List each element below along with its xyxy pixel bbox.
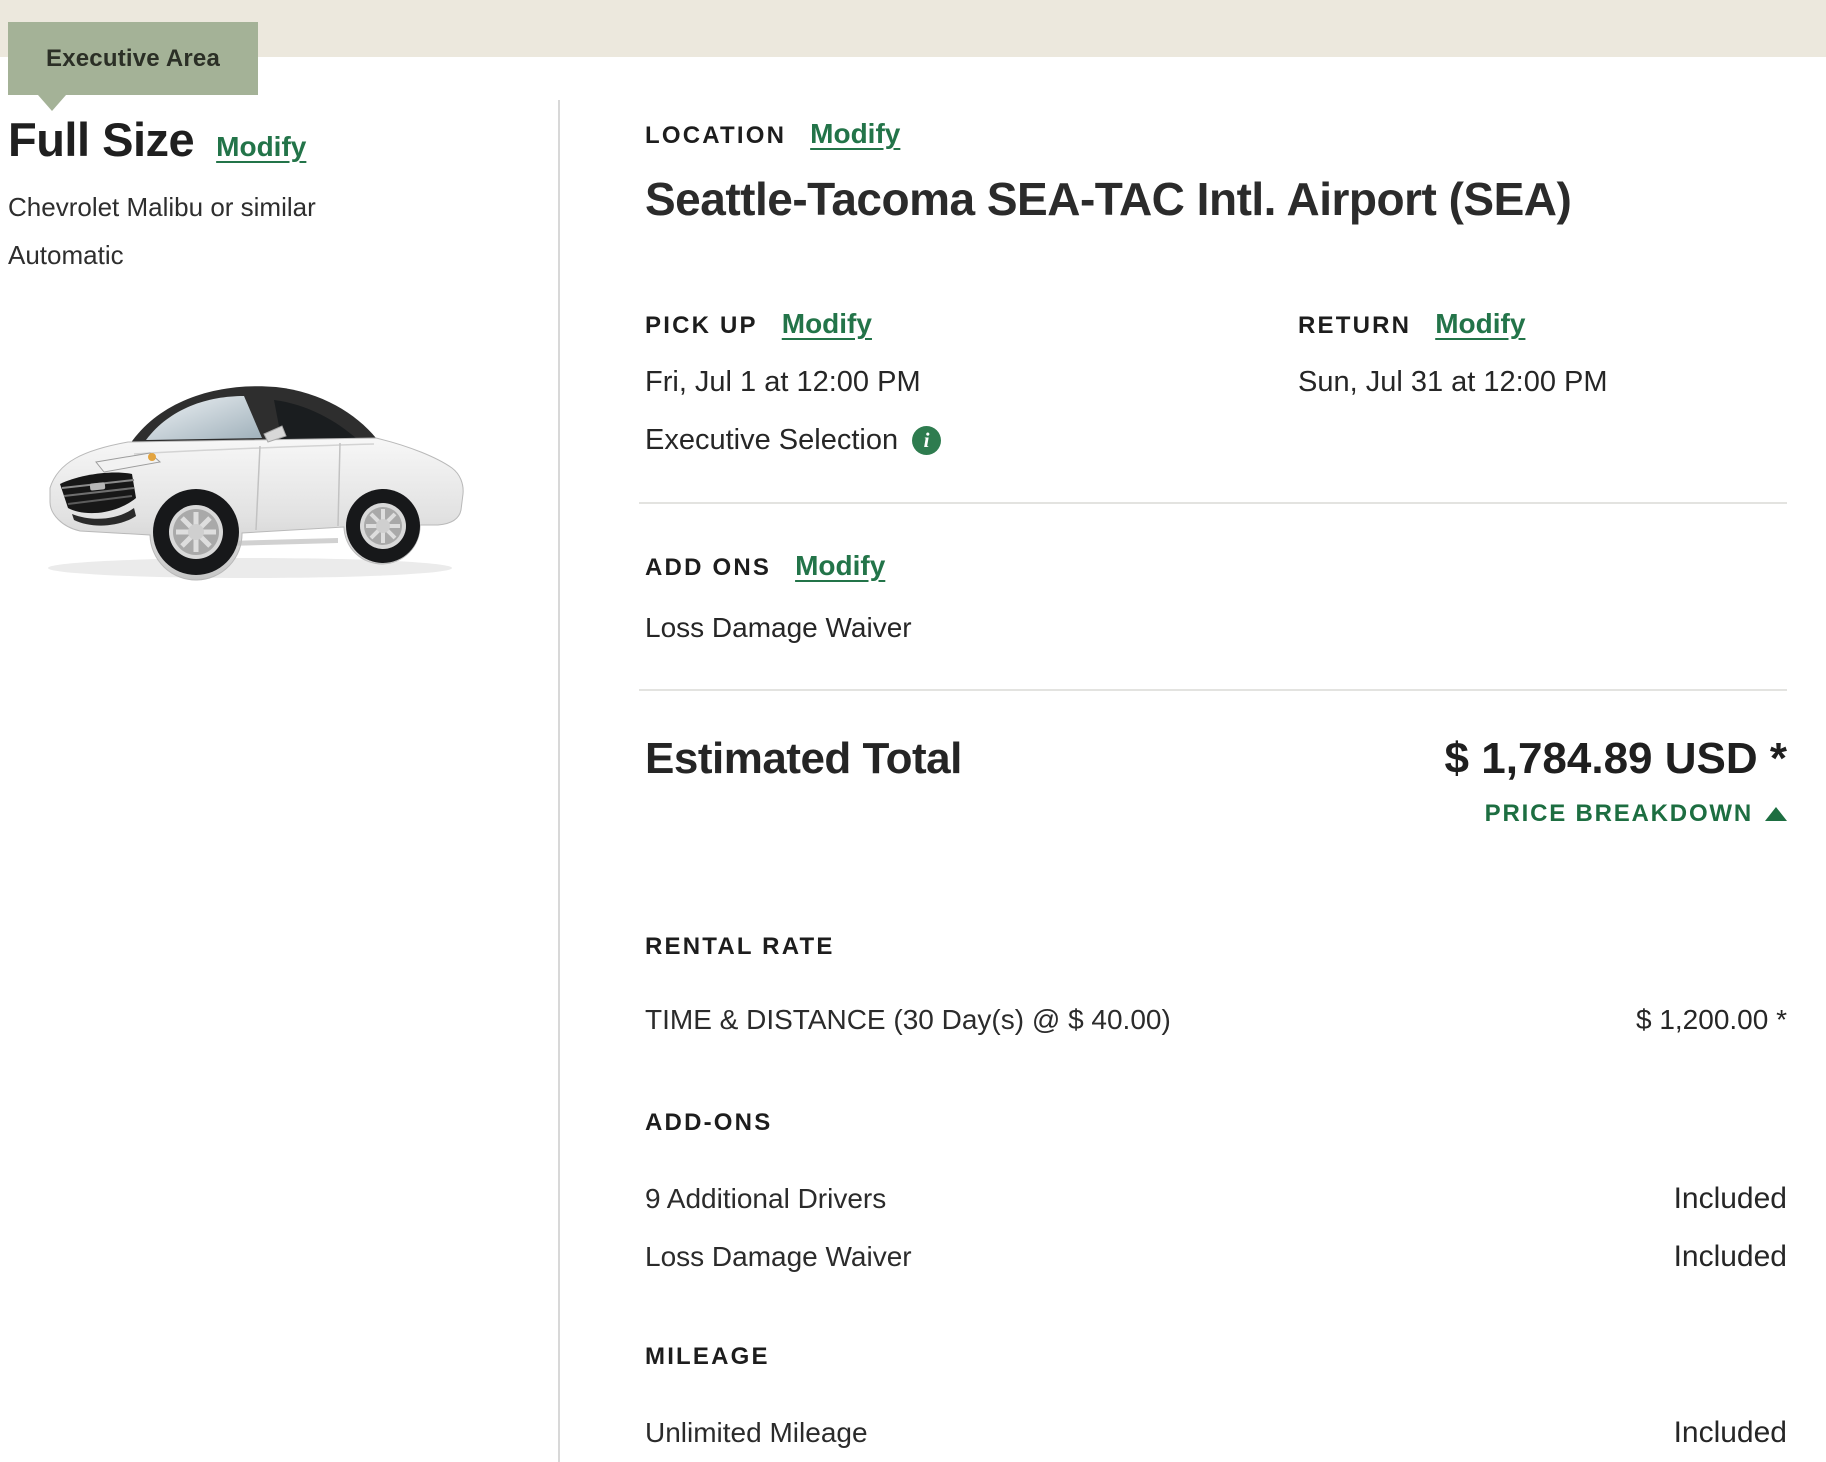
price-breakdown-label: PRICE BREAKDOWN [1484,800,1753,827]
rental-rate-row-name: TIME & DISTANCE (30 Day(s) @ $ 40.00) [645,1004,1171,1035]
section-divider [639,502,1787,504]
top-strip [0,0,1826,57]
executive-area-badge: Executive Area [8,22,258,111]
addons-row-name: Loss Damage Waiver [645,1241,912,1272]
rental-rate-row-value: $ 1,200.00 * [1635,1004,1787,1035]
location-modify-link[interactable]: Modify [810,118,900,150]
rental-rate-label: RENTAL RATE [645,933,835,960]
mileage-row: Unlimited Mileage Included [645,1416,1787,1450]
location-value: Seattle-Tacoma SEA-TAC Intl. Airport (SE… [645,173,1572,225]
pickup-label: PICK UP [645,312,758,339]
addons-label: ADD ONS [645,554,772,581]
pickup-datetime: Fri, Jul 1 at 12:00 PM [645,366,921,398]
vehicle-transmission: Automatic [8,240,124,270]
addons-breakdown-row: 9 Additional Drivers Included [645,1182,1787,1216]
caret-up-icon [1765,807,1787,821]
vehicle-model: Chevrolet Malibu or similar [8,192,316,222]
addons-row-value: Included [1673,1182,1787,1215]
mileage-row-name: Unlimited Mileage [645,1417,868,1448]
vehicle-image [48,386,464,581]
addons-header-row: ADD ONS Modify [645,550,885,582]
addons-row-value: Included [1673,1240,1787,1273]
vehicle-class-row: Full Size Modify [8,112,306,167]
executive-area-badge-label: Executive Area [45,44,220,72]
mileage-label: MILEAGE [645,1343,770,1370]
pickup-modify-link[interactable]: Modify [782,308,872,340]
addons-modify-link[interactable]: Modify [795,550,885,582]
addons-row-name: 9 Additional Drivers [645,1183,887,1214]
estimated-total-row: Estimated Total $ 1,784.89 USD * [645,734,1787,784]
return-header-row: RETURN Modify [1298,308,1525,340]
addons-breakdown-row: Loss Damage Waiver Included [645,1240,1787,1274]
location-header-row: LOCATION Modify [645,118,900,150]
return-modify-link[interactable]: Modify [1435,308,1525,340]
column-divider [558,100,560,1462]
estimated-total-amount: $ 1,784.89 USD * [1444,734,1787,783]
section-divider [639,689,1787,691]
rental-rate-row: TIME & DISTANCE (30 Day(s) @ $ 40.00) $ … [645,1004,1787,1036]
badge-pointer [38,95,66,111]
reservation-summary-page: Executive Area Full Size Modify Chevrole… [0,0,1826,1462]
vehicle-class-title: Full Size [8,113,195,166]
return-datetime: Sun, Jul 31 at 12:00 PM [1298,366,1608,398]
pickup-header-row: PICK UP Modify [645,308,872,340]
addons-breakdown-label: ADD-ONS [645,1109,773,1136]
return-label: RETURN [1298,312,1412,339]
vehicle-modify-link[interactable]: Modify [216,131,306,163]
price-breakdown-toggle[interactable]: PRICE BREAKDOWN [1485,800,1787,828]
pickup-note-row: Executive Selection i [645,424,942,457]
mileage-row-value: Included [1673,1416,1787,1449]
estimated-total-label: Estimated Total [645,734,962,783]
pickup-note: Executive Selection [645,424,899,456]
location-label: LOCATION [645,122,787,149]
info-icon[interactable]: i [912,426,942,455]
addons-item: Loss Damage Waiver [645,612,912,643]
